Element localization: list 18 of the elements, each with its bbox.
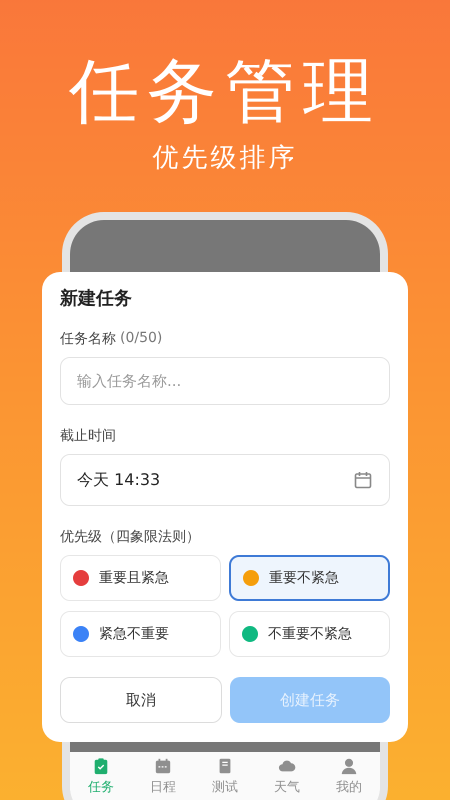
- priority-option[interactable]: 不重要不紧急: [229, 611, 390, 657]
- field-label: 任务名称: [60, 330, 116, 348]
- dialog-title: 新建任务: [60, 287, 133, 310]
- deadline-field[interactable]: 今天 14:33: [60, 454, 390, 506]
- priority-option[interactable]: 重要且紧急: [60, 555, 221, 601]
- priority-option[interactable]: 重要不紧急: [229, 555, 390, 601]
- field-label: 优先级（四象限法则）: [60, 528, 201, 546]
- calendar-icon: [154, 757, 172, 775]
- cancel-button[interactable]: 取消: [60, 677, 222, 723]
- clipboard-check-icon: [92, 757, 110, 775]
- field-label: 截止时间: [60, 427, 117, 445]
- character-count: (0/50): [120, 330, 162, 348]
- task-name-field[interactable]: 输入任务名称...: [60, 357, 390, 405]
- headline: 任务管理: [69, 50, 381, 132]
- calendar-icon: [353, 470, 373, 490]
- subtitle: 优先级排序: [152, 142, 298, 175]
- person-icon: [340, 757, 358, 775]
- priority-option[interactable]: 紧急不重要: [60, 611, 221, 657]
